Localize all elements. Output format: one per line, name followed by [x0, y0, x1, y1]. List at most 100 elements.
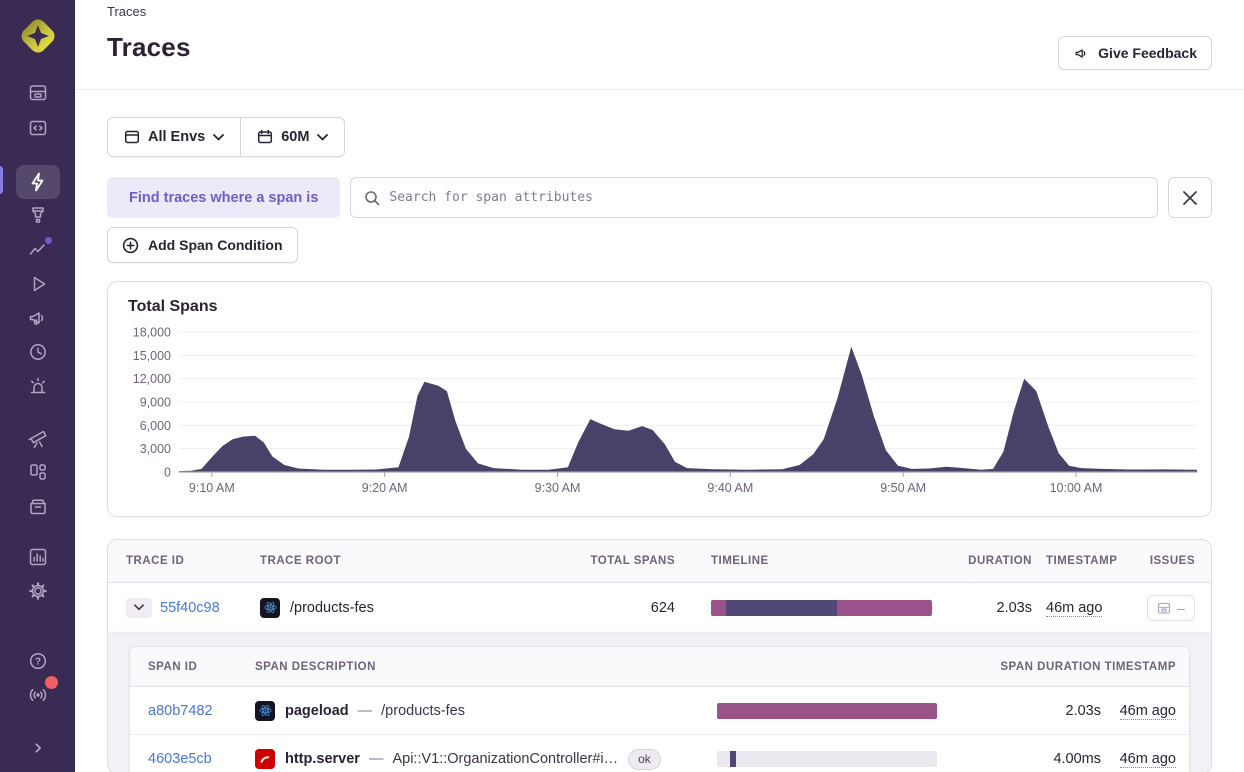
col-duration[interactable]: DURATION: [932, 555, 1032, 567]
sidebar-item-projects[interactable]: [16, 113, 60, 143]
col-trace-root[interactable]: TRACE ROOT: [260, 555, 555, 567]
breadcrumb[interactable]: Traces: [107, 4, 1212, 19]
active-nav-indicator: [0, 166, 3, 194]
content: All Envs 60M Find traces where a span is: [75, 90, 1244, 772]
plus-circle-icon: [122, 237, 139, 254]
give-feedback-label: Give Feedback: [1098, 45, 1197, 61]
col-span-description[interactable]: SPAN DESCRIPTION: [255, 661, 717, 673]
chevron-down-icon: [213, 134, 224, 141]
col-timestamp[interactable]: TIMESTAMP: [1032, 555, 1146, 567]
svg-text:9:20 AM: 9:20 AM: [362, 481, 408, 495]
add-span-condition-label: Add Span Condition: [148, 237, 283, 253]
trace-timeline-bar: [711, 600, 932, 616]
span-id-link[interactable]: 4603e5cb: [148, 751, 212, 767]
col-span-timestamp[interactable]: TIMESTAMP: [1101, 661, 1176, 673]
chart-title: Total Spans: [128, 298, 218, 316]
total-spans-area-chart: 03,0006,0009,00012,00015,00018,0009:10 A…: [108, 282, 1211, 514]
environment-filter-label: All Envs: [148, 129, 205, 145]
span-description[interactable]: Api::V1::OrganizationController#i…: [392, 751, 618, 767]
megaphone-icon: [26, 306, 50, 330]
sidebar-collapse-button[interactable]: [16, 733, 60, 763]
col-total-spans[interactable]: TOTAL SPANS: [555, 555, 675, 567]
sidebar-item-feedback[interactable]: [16, 303, 60, 333]
svg-text:9:50 AM: 9:50 AM: [880, 481, 926, 495]
trace-timestamp[interactable]: 46m ago: [1046, 600, 1102, 617]
page-header: Traces Traces Give Feedback: [75, 0, 1244, 90]
sidebar-item-profiling[interactable]: [16, 200, 60, 230]
trace-issues-value: –: [1177, 600, 1185, 616]
span-row: 4603e5cb http.server — Api::V1::Organiza…: [130, 735, 1189, 772]
org-logo-icon: [16, 14, 60, 58]
sidebar-item-issues[interactable]: [16, 78, 60, 108]
svg-text:9:10 AM: 9:10 AM: [189, 481, 235, 495]
give-feedback-button[interactable]: Give Feedback: [1058, 36, 1212, 70]
discover-icon: [26, 426, 50, 450]
window-icon: [124, 129, 140, 145]
sidebar-item-replays[interactable]: [16, 269, 60, 299]
svg-text:9,000: 9,000: [140, 396, 171, 410]
span-timestamp[interactable]: 46m ago: [1120, 751, 1176, 768]
flashlight-icon: [26, 203, 50, 227]
span-status-badge: ok: [628, 749, 661, 770]
chevron-right-icon: [28, 738, 48, 758]
x-icon: [1183, 191, 1197, 205]
svg-text:0: 0: [164, 466, 171, 480]
sidebar-item-dashboards[interactable]: [16, 457, 60, 487]
span-timestamp[interactable]: 46m ago: [1120, 703, 1176, 720]
sidebar-nav: ?: [0, 58, 75, 763]
org-logo[interactable]: [16, 14, 60, 58]
insights-notification-dot: [44, 236, 53, 245]
stats-icon: [26, 545, 50, 569]
span-row: a80b7482 pageload — /products-fes 2.03s …: [130, 687, 1189, 735]
col-timeline[interactable]: TIMELINE: [711, 555, 932, 567]
time-range-filter[interactable]: 60M: [241, 118, 344, 156]
col-span-id[interactable]: SPAN ID: [148, 661, 255, 673]
sidebar-item-releases[interactable]: [16, 337, 60, 367]
projects-icon: [26, 116, 50, 140]
collapse-trace-button[interactable]: [126, 598, 152, 618]
history-icon: [26, 340, 50, 364]
col-span-duration[interactable]: SPAN DURATION: [937, 661, 1101, 673]
trace-root-name[interactable]: /products-fes: [290, 600, 374, 616]
time-range-filter-label: 60M: [281, 129, 309, 145]
span-id-link[interactable]: a80b7482: [148, 703, 213, 719]
trace-issues-button[interactable]: –: [1147, 595, 1195, 621]
span-duration: 2.03s: [937, 703, 1101, 719]
sidebar-item-insights[interactable]: [16, 234, 60, 264]
sidebar-item-archive[interactable]: [16, 491, 60, 521]
clear-search-button[interactable]: [1168, 177, 1212, 218]
col-trace-id[interactable]: TRACE ID: [126, 555, 260, 567]
col-issues[interactable]: ISSUES: [1146, 555, 1195, 567]
sidebar-item-help[interactable]: ?: [16, 646, 60, 676]
svg-text:9:40 AM: 9:40 AM: [707, 481, 753, 495]
react-platform-icon: [255, 701, 275, 721]
add-span-condition-button[interactable]: Add Span Condition: [107, 227, 298, 263]
span-filter-chip: Find traces where a span is: [107, 177, 340, 218]
environment-filter[interactable]: All Envs: [108, 118, 240, 156]
expanded-trace-panel: SPAN ID SPAN DESCRIPTION SPAN DURATION T…: [108, 633, 1211, 772]
sidebar-item-stats[interactable]: [16, 542, 60, 572]
sidebar-item-whats-new[interactable]: [16, 680, 60, 710]
spans-table-header: SPAN ID SPAN DESCRIPTION SPAN DURATION T…: [130, 647, 1189, 687]
page-filter-bar: All Envs 60M: [107, 117, 345, 157]
chevron-down-icon: [317, 134, 328, 141]
sidebar: ?: [0, 0, 75, 772]
megaphone-icon: [1073, 45, 1090, 62]
page-title: Traces: [107, 32, 1212, 63]
rails-platform-icon: [255, 749, 275, 769]
span-description[interactable]: /products-fes: [381, 703, 465, 719]
sidebar-item-traces[interactable]: [16, 165, 60, 199]
sidebar-item-discover[interactable]: [16, 423, 60, 453]
span-duration: 4.00ms: [937, 751, 1101, 767]
traces-table-header: TRACE ID TRACE ROOT TOTAL SPANS TIMELINE…: [108, 540, 1211, 583]
sidebar-item-alerts[interactable]: [16, 371, 60, 401]
chevron-down-icon: [134, 604, 144, 611]
svg-text:9:30 AM: 9:30 AM: [535, 481, 581, 495]
svg-text:3,000: 3,000: [140, 442, 171, 456]
span-search-box[interactable]: [350, 177, 1158, 218]
sidebar-item-settings[interactable]: [16, 576, 60, 606]
svg-text:?: ?: [34, 656, 40, 667]
trace-id-link[interactable]: 55f40c98: [160, 600, 220, 616]
settings-icon: [26, 579, 50, 603]
span-search-input[interactable]: [389, 190, 1144, 205]
